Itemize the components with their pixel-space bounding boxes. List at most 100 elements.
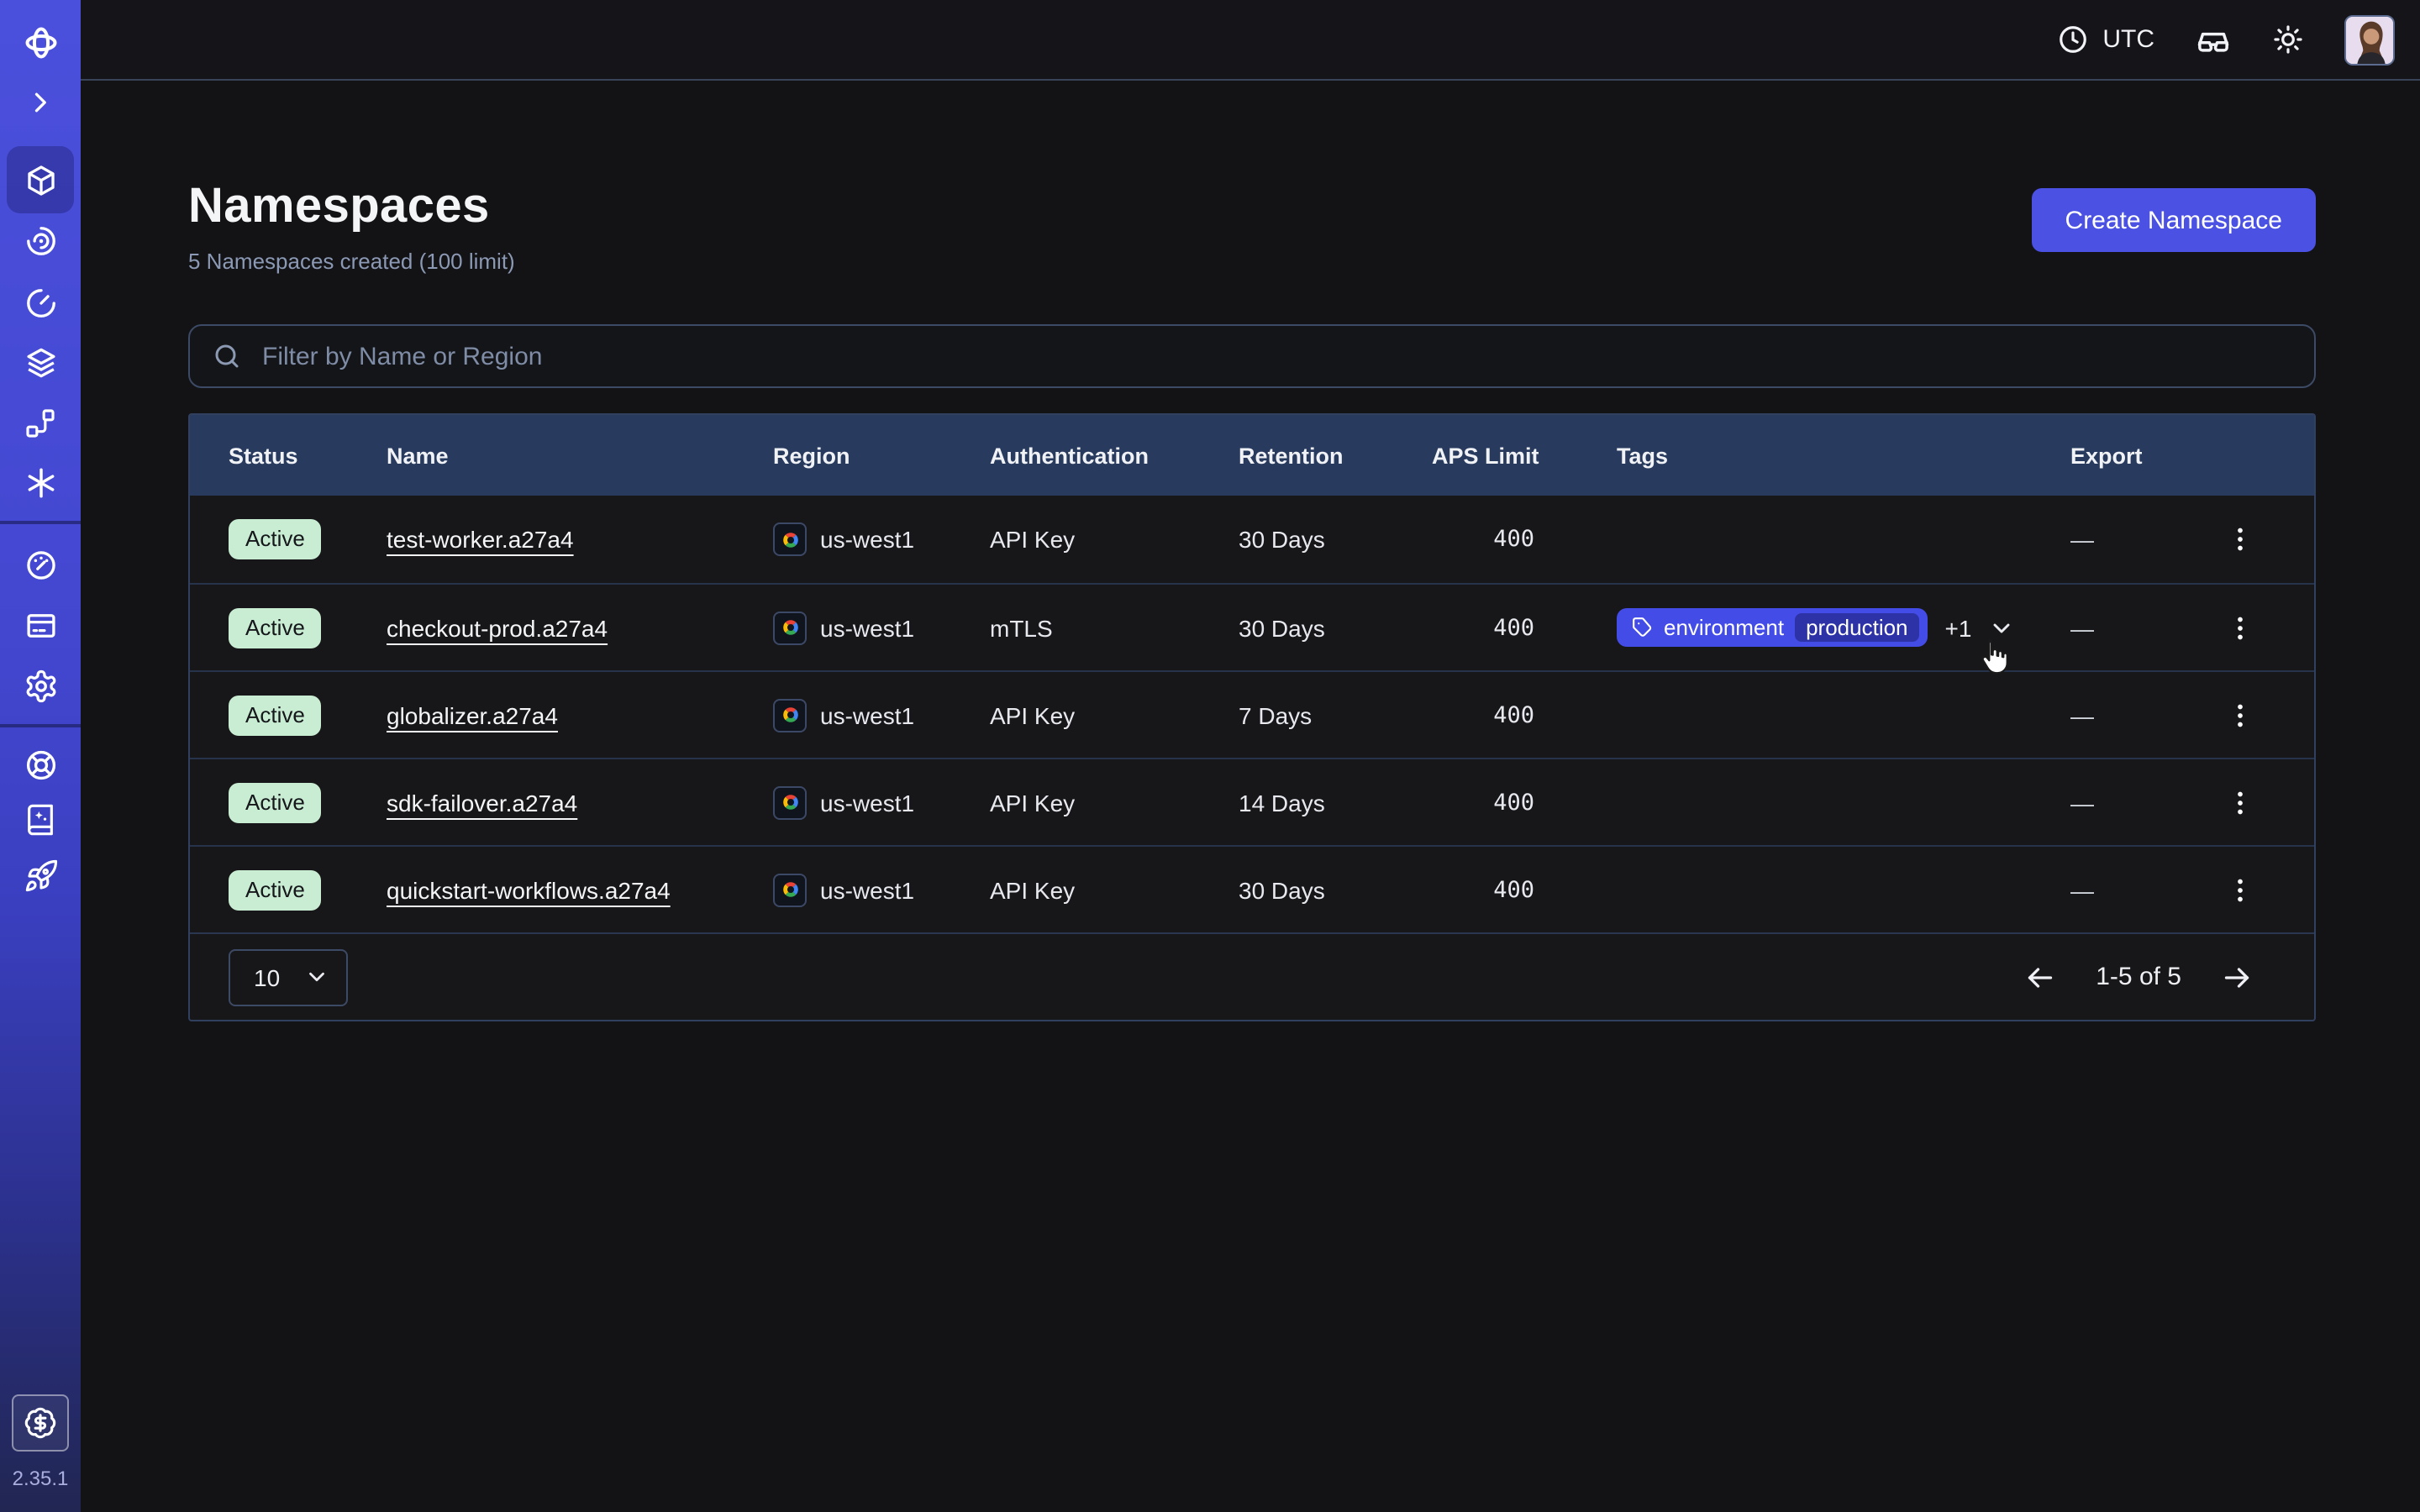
version-label: 2.35.1	[0, 1467, 81, 1490]
column-header-name: Name	[387, 443, 773, 468]
expand-tags-button[interactable]	[1988, 614, 2015, 641]
sidebar-item-schedules[interactable]	[7, 272, 74, 333]
gauge-icon	[23, 547, 58, 582]
namespace-link[interactable]: quickstart-workflows.a27a4	[387, 876, 671, 903]
topbar: UTC	[81, 0, 2420, 81]
export-value: —	[2070, 614, 2163, 641]
sidebar-item-getting-started[interactable]	[7, 845, 74, 906]
book-sparkles-icon	[24, 803, 57, 837]
sidebar-item-support[interactable]	[7, 734, 74, 795]
labs-toggle-button[interactable]	[2195, 21, 2232, 58]
kebab-menu-icon	[2225, 524, 2255, 554]
row-menu-button[interactable]	[2218, 693, 2262, 737]
avatar-image	[2346, 16, 2395, 65]
export-value: —	[2070, 876, 2163, 903]
pagination: 1-5 of 5	[2023, 960, 2254, 994]
aps-limit-value: 400	[1432, 526, 1617, 553]
search-input[interactable]	[259, 340, 2292, 372]
timezone-button[interactable]: UTC	[2057, 24, 2154, 55]
lifebuoy-icon	[23, 747, 58, 782]
timer-icon	[23, 285, 58, 320]
column-header-aps-limit: APS Limit	[1432, 443, 1617, 468]
kebab-menu-icon	[2225, 612, 2255, 643]
sidebar-divider	[0, 724, 81, 727]
gcp-icon	[773, 611, 807, 644]
sidebar-item-deployments[interactable]	[7, 393, 74, 454]
namespaces-table: Status Name Region Authentication Retent…	[188, 413, 2316, 1021]
namespace-link[interactable]: test-worker.a27a4	[387, 526, 574, 553]
expand-sidebar-button[interactable]	[7, 72, 74, 133]
row-menu-button[interactable]	[2218, 606, 2262, 649]
search-icon	[212, 341, 242, 371]
region-label: us-west1	[820, 526, 914, 553]
sidebar-item-namespaces[interactable]	[7, 146, 74, 213]
page-header: Namespaces 5 Namespaces created (100 lim…	[188, 180, 2316, 274]
temporal-logo-icon	[21, 23, 60, 61]
gear-icon	[23, 668, 58, 703]
more-tags-label: +1	[1945, 614, 1972, 641]
auth-label: mTLS	[990, 614, 1239, 641]
credits-button[interactable]	[12, 1394, 69, 1452]
namespace-link[interactable]: globalizer.a27a4	[387, 701, 558, 728]
arrow-right-icon	[2220, 960, 2254, 994]
namespace-link[interactable]: checkout-prod.a27a4	[387, 614, 608, 641]
asterisk-icon	[23, 465, 58, 500]
retention-label: 30 Days	[1239, 876, 1432, 903]
sidebar-item-usage[interactable]	[7, 534, 74, 595]
sidebar-item-batch[interactable]	[7, 333, 74, 393]
region-label: us-west1	[820, 701, 914, 728]
prev-page-button[interactable]	[2023, 960, 2057, 994]
table-footer: 10 1-5 of 5	[190, 932, 2314, 1020]
region-label: us-west1	[820, 614, 914, 641]
export-value: —	[2070, 526, 2163, 553]
auth-label: API Key	[990, 789, 1239, 816]
aps-limit-value: 400	[1432, 876, 1617, 903]
sun-icon	[2272, 24, 2304, 55]
cube-icon	[23, 162, 58, 197]
glasses-icon	[2195, 21, 2232, 58]
table-row: Active globalizer.a27a4 us-west1 API Key…	[190, 670, 2314, 758]
namespace-link[interactable]: sdk-failover.a27a4	[387, 789, 577, 816]
sidebar-item-docs[interactable]	[7, 790, 74, 850]
temporal-logo[interactable]	[7, 12, 74, 72]
sidebar-item-billing[interactable]	[7, 595, 74, 655]
sidebar-item-settings[interactable]	[7, 655, 74, 716]
column-header-region: Region	[773, 443, 990, 468]
app-root: 2.35.1 UTC Namespaces 5 Namespaces creat…	[0, 0, 2420, 1512]
sidebar-item-nexus[interactable]	[7, 452, 74, 512]
create-namespace-button[interactable]: Create Namespace	[2032, 188, 2316, 252]
row-menu-button[interactable]	[2218, 868, 2262, 911]
export-value: —	[2070, 701, 2163, 728]
chevron-down-icon	[304, 964, 329, 990]
status-badge: Active	[229, 519, 322, 559]
table-row: Active sdk-failover.a27a4 us-west1 API K…	[190, 758, 2314, 845]
row-menu-button[interactable]	[2218, 780, 2262, 824]
table-row: Active test-worker.a27a4 us-west1 API Ke…	[190, 496, 2314, 583]
gcp-icon	[773, 785, 807, 819]
main-content: Namespaces 5 Namespaces created (100 lim…	[81, 82, 2420, 1512]
tag-key-label: environment	[1664, 615, 1784, 640]
retention-label: 30 Days	[1239, 526, 1432, 553]
gcp-icon	[773, 698, 807, 732]
table-row: Active checkout-prod.a27a4 us-west1 mTLS…	[190, 583, 2314, 670]
status-badge: Active	[229, 782, 322, 822]
next-page-button[interactable]	[2220, 960, 2254, 994]
table-row: Active quickstart-workflows.a27a4 us-wes…	[190, 845, 2314, 932]
tag-chip[interactable]: environment production	[1617, 608, 1928, 647]
row-menu-button[interactable]	[2218, 517, 2262, 561]
spiral-icon	[23, 223, 58, 258]
arrow-left-icon	[2023, 960, 2057, 994]
aps-limit-value: 400	[1432, 789, 1617, 816]
page-size-select[interactable]: 10	[229, 948, 348, 1005]
layers-icon	[23, 345, 58, 381]
sidebar-item-workflows[interactable]	[7, 210, 74, 270]
avatar[interactable]	[2344, 14, 2395, 65]
theme-toggle-button[interactable]	[2272, 24, 2304, 55]
column-header-tags: Tags	[1617, 443, 2070, 468]
tag-icon	[1632, 617, 1654, 638]
status-badge: Active	[229, 869, 322, 910]
status-badge: Active	[229, 607, 322, 648]
auth-label: API Key	[990, 876, 1239, 903]
auth-label: API Key	[990, 701, 1239, 728]
page-size-value: 10	[254, 963, 280, 990]
